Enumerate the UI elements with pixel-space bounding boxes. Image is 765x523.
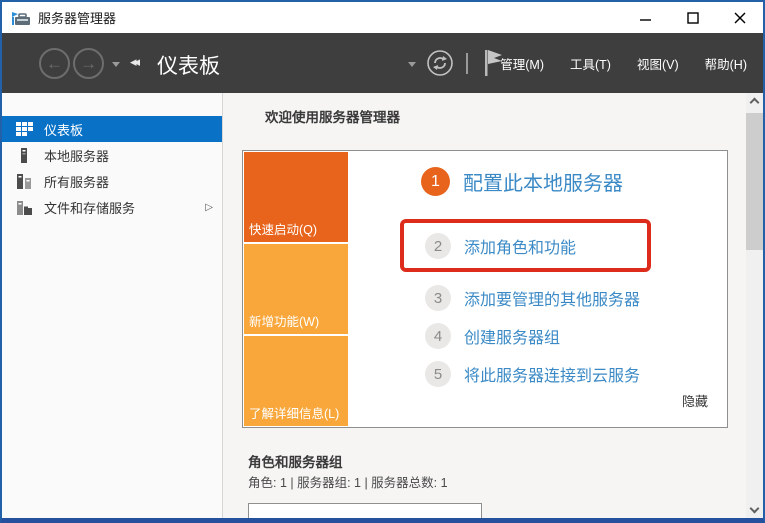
file-storage-icon: [17, 200, 32, 215]
dashboard-grid-icon: [16, 121, 33, 136]
step-create-server-group[interactable]: 4 创建服务器组: [425, 323, 560, 349]
breadcrumb[interactable]: 仪表板: [157, 50, 220, 80]
navigation-bar: ← → ◂◂ 仪表板 管理(M) 工具(T) 视图(V) 帮助(H): [2, 33, 763, 93]
vertical-scrollbar[interactable]: [746, 93, 763, 518]
quickstart-column: 快速启动(Q) 新增功能(W) 了解详细信息(L): [244, 152, 348, 426]
hide-link[interactable]: 隐藏: [682, 391, 708, 410]
toolbar-separator: [466, 53, 468, 74]
learn-more-tab[interactable]: 了解详细信息(L): [244, 336, 348, 426]
scroll-down-icon[interactable]: [749, 503, 760, 514]
step-connect-cloud-services[interactable]: 5 将此服务器连接到云服务: [425, 361, 640, 387]
step-add-other-servers[interactable]: 3 添加要管理的其他服务器: [425, 285, 640, 311]
scrollbar-thumb[interactable]: [746, 113, 763, 250]
close-button[interactable]: [716, 2, 763, 33]
sidebar-item-label: 文件和存储服务: [44, 200, 136, 216]
menu-help[interactable]: 帮助(H): [705, 54, 747, 73]
breadcrumb-dropdown-icon[interactable]: [408, 62, 416, 67]
menu-bar: 管理(M) 工具(T) 视图(V) 帮助(H): [500, 33, 747, 93]
main-content: 欢迎使用服务器管理器 快速启动(Q) 新增功能(W) 了解详细信息(L) 1 配…: [223, 93, 746, 518]
quickstart-tab[interactable]: 快速启动(Q): [244, 152, 348, 242]
server-manager-app-icon: [12, 11, 30, 25]
window-title: 服务器管理器: [38, 11, 117, 26]
refresh-icon[interactable]: [426, 49, 454, 77]
sidebar-item-label: 本地服务器: [44, 148, 110, 164]
minimize-button[interactable]: [622, 2, 669, 33]
learn-more-tab-label: 了解详细信息(L): [249, 407, 340, 421]
welcome-heading: 欢迎使用服务器管理器: [265, 110, 400, 125]
whats-new-tab[interactable]: 新增功能(W): [244, 244, 348, 334]
maximize-icon: [686, 11, 699, 24]
collapse-breadcrumb-icon[interactable]: ◂◂: [130, 54, 140, 70]
title-bar: 服务器管理器: [2, 2, 763, 33]
menu-tools[interactable]: 工具(T): [570, 54, 611, 73]
forward-button[interactable]: →: [73, 48, 104, 79]
local-server-icon: [21, 147, 27, 163]
quickstart-tab-label: 快速启动(Q): [249, 223, 318, 237]
sidebar: 仪表板 本地服务器 所有服务器 文件和存储服务 ▷: [2, 93, 222, 518]
minimize-icon: [640, 19, 651, 21]
menu-view[interactable]: 视图(V): [637, 54, 679, 73]
submenu-arrow-icon[interactable]: ▷: [205, 202, 213, 213]
welcome-tile: 快速启动(Q) 新增功能(W) 了解详细信息(L) 1 配置此本地服务器 2 添…: [242, 150, 728, 428]
step-number-badge: 1: [421, 167, 450, 196]
maximize-button[interactable]: [669, 2, 716, 33]
whats-new-tab-label: 新增功能(W): [249, 315, 320, 329]
step-number-badge: 2: [425, 233, 451, 259]
sidebar-item-label: 仪表板: [44, 122, 84, 138]
sidebar-item-local-server[interactable]: 本地服务器: [2, 142, 222, 168]
sidebar-item-file-storage[interactable]: 文件和存储服务 ▷: [2, 194, 222, 220]
step-number-badge: 3: [425, 285, 451, 311]
roles-section-heading: 角色和服务器组: [248, 455, 343, 470]
sidebar-item-label: 所有服务器: [44, 174, 110, 190]
step-configure-local-server[interactable]: 1 配置此本地服务器: [421, 167, 623, 196]
scroll-up-icon[interactable]: [749, 97, 760, 108]
server-manager-window: 服务器管理器 ← → ◂◂ 仪表板 管理(M) 工具(T) 视图(V) 帮助(H…: [0, 0, 765, 523]
history-dropdown-icon[interactable]: [112, 62, 120, 67]
step-number-badge: 5: [425, 361, 451, 387]
menu-manage[interactable]: 管理(M): [500, 54, 544, 73]
sidebar-item-dashboard[interactable]: 仪表板: [2, 116, 222, 142]
step-add-roles-features[interactable]: 2 添加角色和功能: [425, 233, 576, 259]
close-icon: [734, 12, 745, 23]
sidebar-item-all-servers[interactable]: 所有服务器: [2, 168, 222, 194]
roles-tile-partial: [248, 503, 482, 518]
roles-summary: 角色: 1 | 服务器组: 1 | 服务器总数: 1: [248, 476, 448, 490]
step-number-badge: 4: [425, 323, 451, 349]
all-servers-icon: [17, 173, 31, 189]
back-button[interactable]: ←: [39, 48, 70, 79]
